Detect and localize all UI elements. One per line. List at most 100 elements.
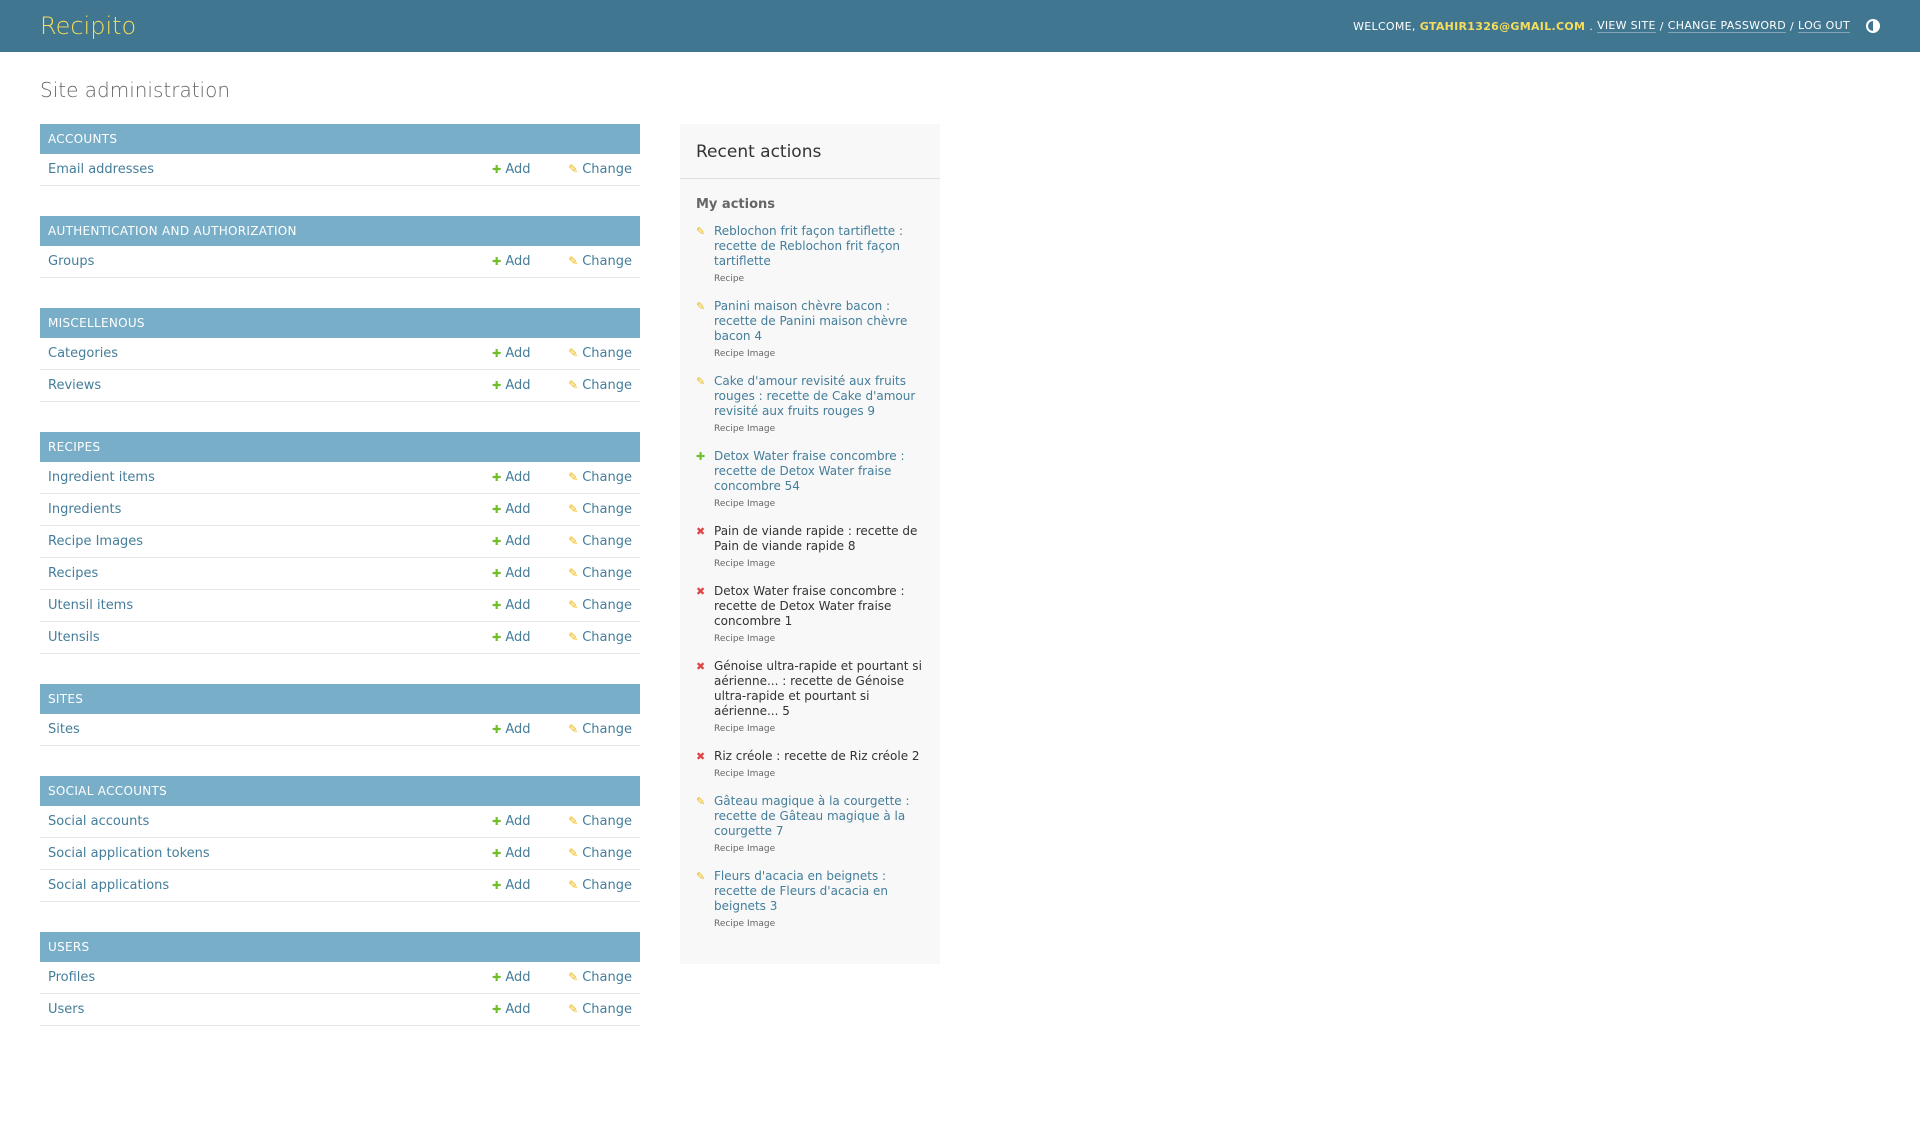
add-button[interactable]: Add bbox=[492, 722, 530, 737]
model-link[interactable]: Categories bbox=[48, 346, 118, 361]
theme-toggle-icon[interactable] bbox=[1866, 19, 1880, 33]
model-link[interactable]: Reviews bbox=[48, 378, 101, 393]
recent-action-link: Pain de viande rapide : recette de Pain … bbox=[714, 524, 918, 553]
change-button[interactable]: Change bbox=[568, 534, 632, 549]
model-link[interactable]: Users bbox=[48, 1002, 84, 1017]
module-caption[interactable]: ACCOUNTS bbox=[40, 124, 640, 154]
add-button[interactable]: Add bbox=[492, 814, 530, 829]
content-type-label: Recipe Image bbox=[714, 919, 776, 929]
add-button[interactable]: Add bbox=[492, 630, 530, 645]
module-caption[interactable]: SOCIAL ACCOUNTS bbox=[40, 776, 640, 806]
model-link[interactable]: Recipes bbox=[48, 566, 98, 581]
model-link[interactable]: Utensil items bbox=[48, 598, 133, 613]
welcome-label: WELCOME, bbox=[1353, 19, 1416, 33]
model-link[interactable]: Email addresses bbox=[48, 162, 154, 177]
change-button[interactable]: Change bbox=[568, 254, 632, 269]
model-link[interactable]: Ingredient items bbox=[48, 470, 155, 485]
model-link[interactable]: Utensils bbox=[48, 630, 100, 645]
recent-action-link[interactable]: Panini maison chèvre bacon : recette de … bbox=[714, 299, 907, 343]
username: GTAHIR1326@GMAIL.COM bbox=[1419, 19, 1586, 33]
change-button[interactable]: Change bbox=[568, 378, 632, 393]
content-type-label: Recipe Image bbox=[714, 769, 776, 779]
change-button[interactable]: Change bbox=[568, 970, 632, 985]
change-button[interactable]: Change bbox=[568, 502, 632, 517]
model-row: Social application tokens Add Change bbox=[40, 838, 640, 870]
model-link[interactable]: Groups bbox=[48, 254, 94, 269]
recent-action-item: ✖ Detox Water fraise concombre : recette … bbox=[696, 584, 924, 647]
recent-action-item: ✖ Génoise ultra-rapide et pourtant si aér… bbox=[696, 659, 924, 737]
model-table: Social accountsAddChangeSocial applicati… bbox=[40, 806, 640, 902]
model-row: Reviews Add Change bbox=[40, 370, 640, 402]
add-button[interactable]: Add bbox=[492, 502, 530, 517]
model-row: Ingredient items Add Change bbox=[40, 462, 640, 494]
model-table: Groups Add Change bbox=[40, 246, 640, 278]
app-module: USERS Profiles Add Change Users Add Change bbox=[40, 932, 640, 1026]
model-link[interactable]: Recipe Images bbox=[48, 534, 143, 549]
change-button[interactable]: Change bbox=[568, 162, 632, 177]
model-row: Ingredients Add Change bbox=[40, 494, 640, 526]
brand-link[interactable]: Recipito bbox=[40, 12, 136, 40]
change-password-link[interactable]: CHANGE PASSWORD bbox=[1667, 19, 1787, 33]
model-link[interactable]: Social application tokens bbox=[48, 846, 210, 861]
add-button[interactable]: Add bbox=[492, 534, 530, 549]
recent-action-link[interactable]: Fleurs d'acacia en beignets : recette de… bbox=[714, 869, 888, 913]
add-button[interactable]: Add bbox=[492, 846, 530, 861]
recent-action-item: ✎ Panini maison chèvre bacon : recette de… bbox=[696, 299, 924, 362]
recent-action-item: ✎ Cake d'amour revisité aux fruits rouges… bbox=[696, 374, 924, 437]
module-caption[interactable]: AUTHENTICATION AND AUTHORIZATION bbox=[40, 216, 640, 246]
plus-icon: ✚ bbox=[696, 450, 706, 463]
change-button[interactable]: Change bbox=[568, 346, 632, 361]
change-button[interactable]: Change bbox=[568, 598, 632, 613]
recent-action-link[interactable]: Cake d'amour revisité aux fruits rouges … bbox=[714, 374, 915, 418]
module-caption[interactable]: SITES bbox=[40, 684, 640, 714]
module-caption[interactable]: USERS bbox=[40, 932, 640, 962]
change-button[interactable]: Change bbox=[568, 470, 632, 485]
app-module: SOCIAL ACCOUNTSSocial accountsAddChangeS… bbox=[40, 776, 640, 902]
recent-action-link[interactable]: Gâteau magique à la courgette : recette … bbox=[714, 794, 910, 838]
model-row: Categories Add Change bbox=[40, 338, 640, 370]
add-button[interactable]: Add bbox=[492, 970, 530, 985]
content-type-label: Recipe Image bbox=[714, 634, 776, 644]
change-button[interactable]: Change bbox=[568, 1002, 632, 1017]
x-icon: ✖ bbox=[696, 525, 706, 538]
module-caption[interactable]: MISCELLENOUS bbox=[40, 308, 640, 338]
action-list: ✎ Reblochon frit façon tartiflette : rece… bbox=[680, 224, 940, 932]
add-button[interactable]: Add bbox=[492, 346, 530, 361]
module-caption[interactable]: RECIPES bbox=[40, 432, 640, 462]
add-button[interactable]: Add bbox=[492, 378, 530, 393]
add-button[interactable]: Add bbox=[492, 598, 530, 613]
change-button[interactable]: Change bbox=[568, 566, 632, 581]
my-actions-title: My actions bbox=[696, 197, 776, 212]
site-brand[interactable]: Recipito bbox=[40, 12, 136, 40]
app-module: SITES Sites Add Change bbox=[40, 684, 640, 746]
log-out-link[interactable]: LOG OUT bbox=[1798, 19, 1850, 33]
model-link[interactable]: Ingredients bbox=[48, 502, 121, 517]
content-type-label: Recipe Image bbox=[714, 424, 776, 434]
model-link[interactable]: Profiles bbox=[48, 970, 95, 985]
content-type-label: Recipe Image bbox=[714, 349, 776, 359]
recent-action-link[interactable]: Detox Water fraise concombre : recette d… bbox=[714, 449, 905, 493]
model-row: Email addresses Add Change bbox=[40, 154, 640, 186]
change-button[interactable]: Change bbox=[568, 722, 632, 737]
add-button[interactable]: Add bbox=[492, 1002, 530, 1017]
main: ACCOUNTS Email addresses Add Change AUTHENTI… bbox=[40, 124, 1880, 1056]
view-site-link[interactable]: VIEW SITE bbox=[1597, 19, 1656, 33]
change-button[interactable]: Change bbox=[568, 846, 632, 861]
add-button[interactable]: Add bbox=[492, 254, 530, 269]
add-button[interactable]: Add bbox=[492, 566, 530, 581]
recent-action-link: Génoise ultra-rapide et pourtant si aéri… bbox=[714, 659, 922, 718]
header: Recipito WELCOME, GTAHIR1326@GMAIL.COM. … bbox=[0, 0, 1920, 52]
recent-action-link[interactable]: Reblochon frit façon tartiflette : recet… bbox=[714, 224, 903, 268]
model-link[interactable]: Social applications bbox=[48, 878, 169, 893]
model-table: Categories Add Change Reviews Add Change bbox=[40, 338, 640, 402]
add-button[interactable]: Add bbox=[492, 878, 530, 893]
change-button[interactable]: Change bbox=[568, 814, 632, 829]
change-button[interactable]: Change bbox=[568, 878, 632, 893]
add-button[interactable]: Add bbox=[492, 162, 530, 177]
change-button[interactable]: Change bbox=[568, 630, 632, 645]
model-link[interactable]: Social accounts bbox=[48, 814, 149, 829]
add-button[interactable]: Add bbox=[492, 470, 530, 485]
recent-action-item: ✖ Pain de viande rapide : recette de Pain… bbox=[696, 524, 924, 572]
model-link[interactable]: Sites bbox=[48, 722, 80, 737]
pencil-icon: ✎ bbox=[696, 375, 706, 388]
